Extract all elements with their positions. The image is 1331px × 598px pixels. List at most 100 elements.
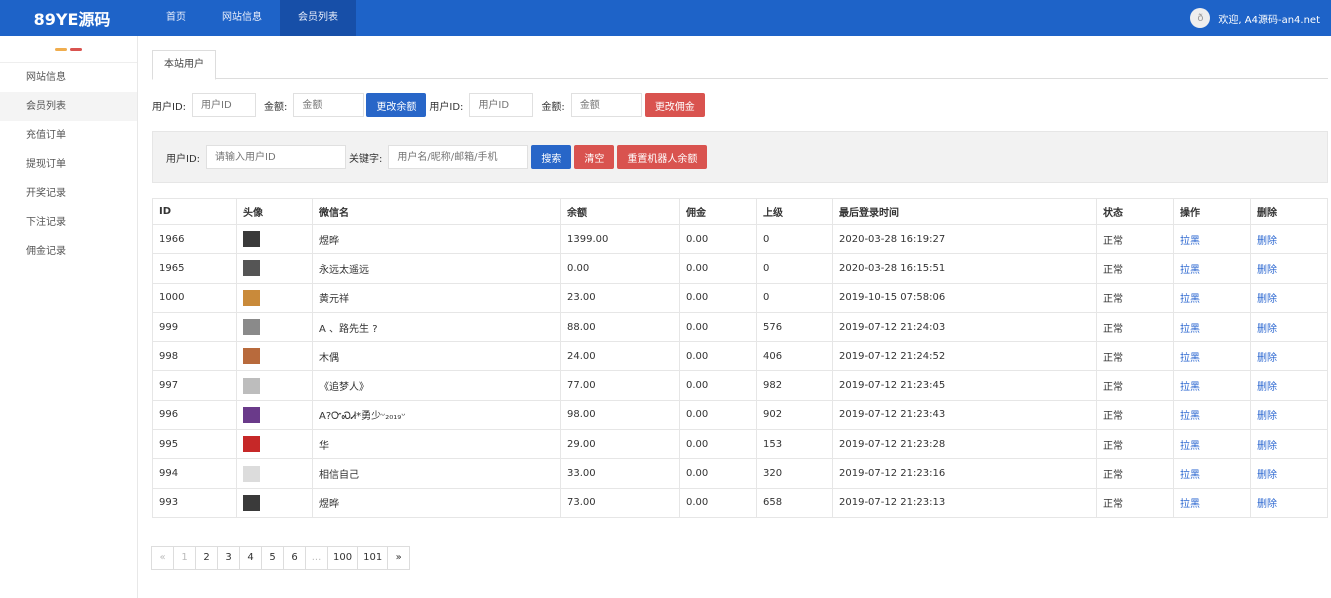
block-user-link[interactable]: 拉黑 xyxy=(1180,294,1200,305)
col-wechat-name: 微信名 xyxy=(312,198,561,225)
tab-site-users[interactable]: 本站用户 xyxy=(152,50,216,80)
change-balance-button[interactable]: 更改余额 xyxy=(366,93,427,117)
delete-user-link[interactable]: 删除 xyxy=(1257,499,1277,510)
delete-user-link[interactable]: 删除 xyxy=(1257,236,1277,247)
sidebar-item-recharge-orders[interactable]: 充值订单 xyxy=(0,121,137,150)
cell-delete: 删除 xyxy=(1250,311,1328,343)
pagination-next[interactable]: » xyxy=(387,546,411,570)
balance-form: 用户ID: 金额: 更改余额 用户ID: 金额: 更改佣金 xyxy=(152,93,705,117)
cell-parent: 982 xyxy=(756,370,833,401)
block-user-link[interactable]: 拉黑 xyxy=(1180,324,1200,335)
delete-user-link[interactable]: 删除 xyxy=(1257,382,1277,393)
cell-action: 拉黑 xyxy=(1173,370,1251,401)
block-user-link[interactable]: 拉黑 xyxy=(1180,236,1200,247)
sidebar-item-bet-records[interactable]: 下注记录 xyxy=(0,208,137,237)
sidebar-item-withdraw-orders[interactable]: 提现订单 xyxy=(0,150,137,179)
site-logo[interactable]: 89YE源码 xyxy=(0,6,138,30)
cell-balance: 33.00 xyxy=(560,458,680,489)
table-row: 996 A?ᏅᏍᏗ*勇少ᵕ₂₀₁₉ᵕ 98.00 0.00 902 2019-07-12 … xyxy=(152,399,1328,431)
reset-robot-balance-button[interactable]: 重置机器人余额 xyxy=(617,145,708,169)
cell-balance: 1399.00 xyxy=(560,223,680,255)
cell-id: 993 xyxy=(152,487,237,518)
cell-last-login: 2019-07-12 21:24:52 xyxy=(832,341,1097,372)
cell-commission: 0.00 xyxy=(679,341,757,372)
cell-avatar xyxy=(236,223,313,255)
col-parent: 上级 xyxy=(756,198,833,225)
pagination-page: 1 xyxy=(173,546,196,570)
pagination-page[interactable]: 100 xyxy=(327,546,359,570)
cell-delete: 删除 xyxy=(1250,282,1328,313)
cell-delete: 删除 xyxy=(1250,399,1328,431)
user-avatar-thumb xyxy=(243,406,260,423)
clear-button[interactable]: 清空 xyxy=(574,145,615,169)
cell-status: 正常 xyxy=(1096,458,1174,489)
pagination-page[interactable]: 5 xyxy=(261,546,284,570)
nav-item-home[interactable]: 首页 xyxy=(148,0,204,36)
cell-action: 拉黑 xyxy=(1173,341,1251,372)
search-uid-input[interactable] xyxy=(206,145,347,169)
commission-uid-input[interactable] xyxy=(469,93,534,117)
delete-user-link[interactable]: 删除 xyxy=(1257,324,1277,335)
balance-amount-input[interactable] xyxy=(293,93,365,117)
nav-item-site-info[interactable]: 网站信息 xyxy=(204,0,280,36)
sidebar-item-site-info[interactable]: 网站信息 xyxy=(0,63,137,92)
change-commission-button[interactable]: 更改佣金 xyxy=(644,93,705,117)
cell-status: 正常 xyxy=(1096,341,1174,372)
pagination-page[interactable]: 4 xyxy=(239,546,262,570)
cell-parent: 0 xyxy=(756,253,833,284)
keyword-label: 关键字: xyxy=(349,153,383,165)
user-menu[interactable]: ð 欢迎, A4源码-an4.net xyxy=(1190,0,1320,36)
cell-wechat-name: 永远太遥远 xyxy=(312,253,561,284)
cell-delete: 删除 xyxy=(1250,370,1328,401)
block-user-link[interactable]: 拉黑 xyxy=(1180,499,1200,510)
sidebar-toggle[interactable] xyxy=(0,36,137,63)
delete-user-link[interactable]: 删除 xyxy=(1257,470,1277,481)
pagination-page[interactable]: 101 xyxy=(357,546,389,570)
tab-bar: 本站用户 xyxy=(152,49,1328,80)
keyword-input[interactable] xyxy=(388,145,529,169)
col-commission: 佣金 xyxy=(679,198,757,225)
user-avatar-thumb xyxy=(243,231,260,248)
cell-status: 正常 xyxy=(1096,223,1174,255)
user-avatar[interactable]: ð xyxy=(1190,8,1211,28)
cell-wechat-name: A 、路先生 ? xyxy=(312,311,561,343)
cell-status: 正常 xyxy=(1096,253,1174,284)
table-header-row: ID 头像 微信名 余额 佣金 上级 最后登录时间 状态 操作 删除 xyxy=(152,198,1328,225)
delete-user-link[interactable]: 删除 xyxy=(1257,411,1277,422)
search-button[interactable]: 搜索 xyxy=(531,145,572,169)
cell-parent: 406 xyxy=(756,341,833,372)
block-user-link[interactable]: 拉黑 xyxy=(1180,411,1200,422)
cell-balance: 23.00 xyxy=(560,282,680,313)
sidebar-item-member-list[interactable]: 会员列表 xyxy=(0,92,137,121)
delete-user-link[interactable]: 删除 xyxy=(1257,441,1277,452)
cell-action: 拉黑 xyxy=(1173,399,1251,431)
pagination-page[interactable]: 3 xyxy=(217,546,240,570)
table-row: 1966 煜晔 1399.00 0.00 0 2020-03-28 16:19:27 正常拉… xyxy=(152,223,1328,255)
cell-status: 正常 xyxy=(1096,429,1174,460)
block-user-link[interactable]: 拉黑 xyxy=(1180,441,1200,452)
balance-uid-input[interactable] xyxy=(192,93,257,117)
delete-user-link[interactable]: 删除 xyxy=(1257,353,1277,364)
cell-last-login: 2019-07-12 21:23:28 xyxy=(832,429,1097,460)
commission-amount-input[interactable] xyxy=(570,93,642,117)
block-user-link[interactable]: 拉黑 xyxy=(1180,353,1200,364)
table-row: 994 相信自己 33.00 0.00 320 2019-07-12 21:23:16 正常… xyxy=(152,458,1328,489)
col-balance: 余额 xyxy=(560,198,680,225)
cell-status: 正常 xyxy=(1096,311,1174,343)
cell-id: 996 xyxy=(152,399,237,431)
table-row: 999 A 、路先生 ? 88.00 0.00 576 2019-07-12 21:24:… xyxy=(152,311,1328,343)
block-user-link[interactable]: 拉黑 xyxy=(1180,265,1200,276)
cell-status: 正常 xyxy=(1096,370,1174,401)
delete-user-link[interactable]: 删除 xyxy=(1257,265,1277,276)
cell-avatar xyxy=(236,341,313,372)
block-user-link[interactable]: 拉黑 xyxy=(1180,470,1200,481)
amount-label: 金额: xyxy=(264,101,288,113)
sidebar-item-lottery-records[interactable]: 开奖记录 xyxy=(0,179,137,208)
pagination-page[interactable]: 6 xyxy=(283,546,306,570)
sidebar-item-commission-records[interactable]: 佣金记录 xyxy=(0,237,137,266)
nav-item-member-list[interactable]: 会员列表 xyxy=(280,0,356,36)
pagination-page[interactable]: 2 xyxy=(195,546,218,570)
cell-commission: 0.00 xyxy=(679,429,757,460)
delete-user-link[interactable]: 删除 xyxy=(1257,294,1277,305)
block-user-link[interactable]: 拉黑 xyxy=(1180,382,1200,393)
